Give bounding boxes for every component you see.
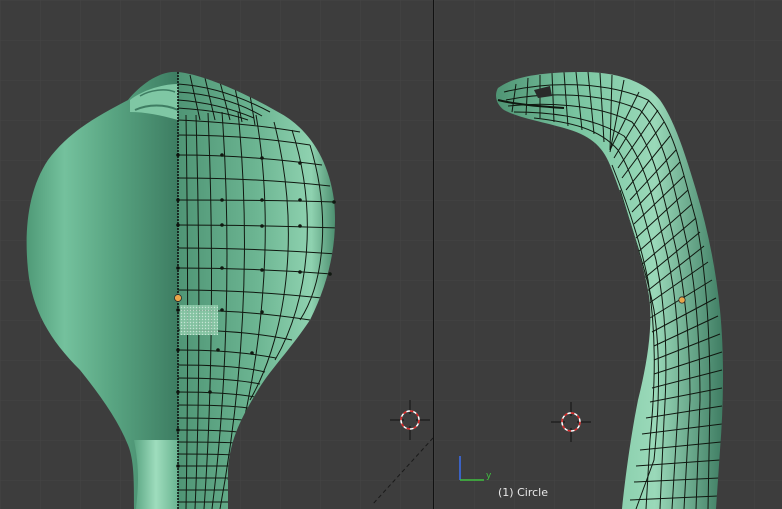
viewport-front-canvas[interactable]	[0, 0, 433, 509]
3d-viewports: y (1) Circle	[0, 0, 782, 509]
object-origin-side	[678, 296, 686, 304]
object-origin	[174, 294, 182, 302]
selected-faces	[180, 305, 218, 335]
viewport-side-canvas[interactable]: y	[434, 0, 782, 509]
y-axis-label: y	[486, 471, 492, 481]
viewport-front[interactable]	[0, 0, 433, 509]
viewport-side[interactable]: y (1) Circle	[434, 0, 782, 509]
object-name-label: (1) Circle	[498, 486, 548, 499]
